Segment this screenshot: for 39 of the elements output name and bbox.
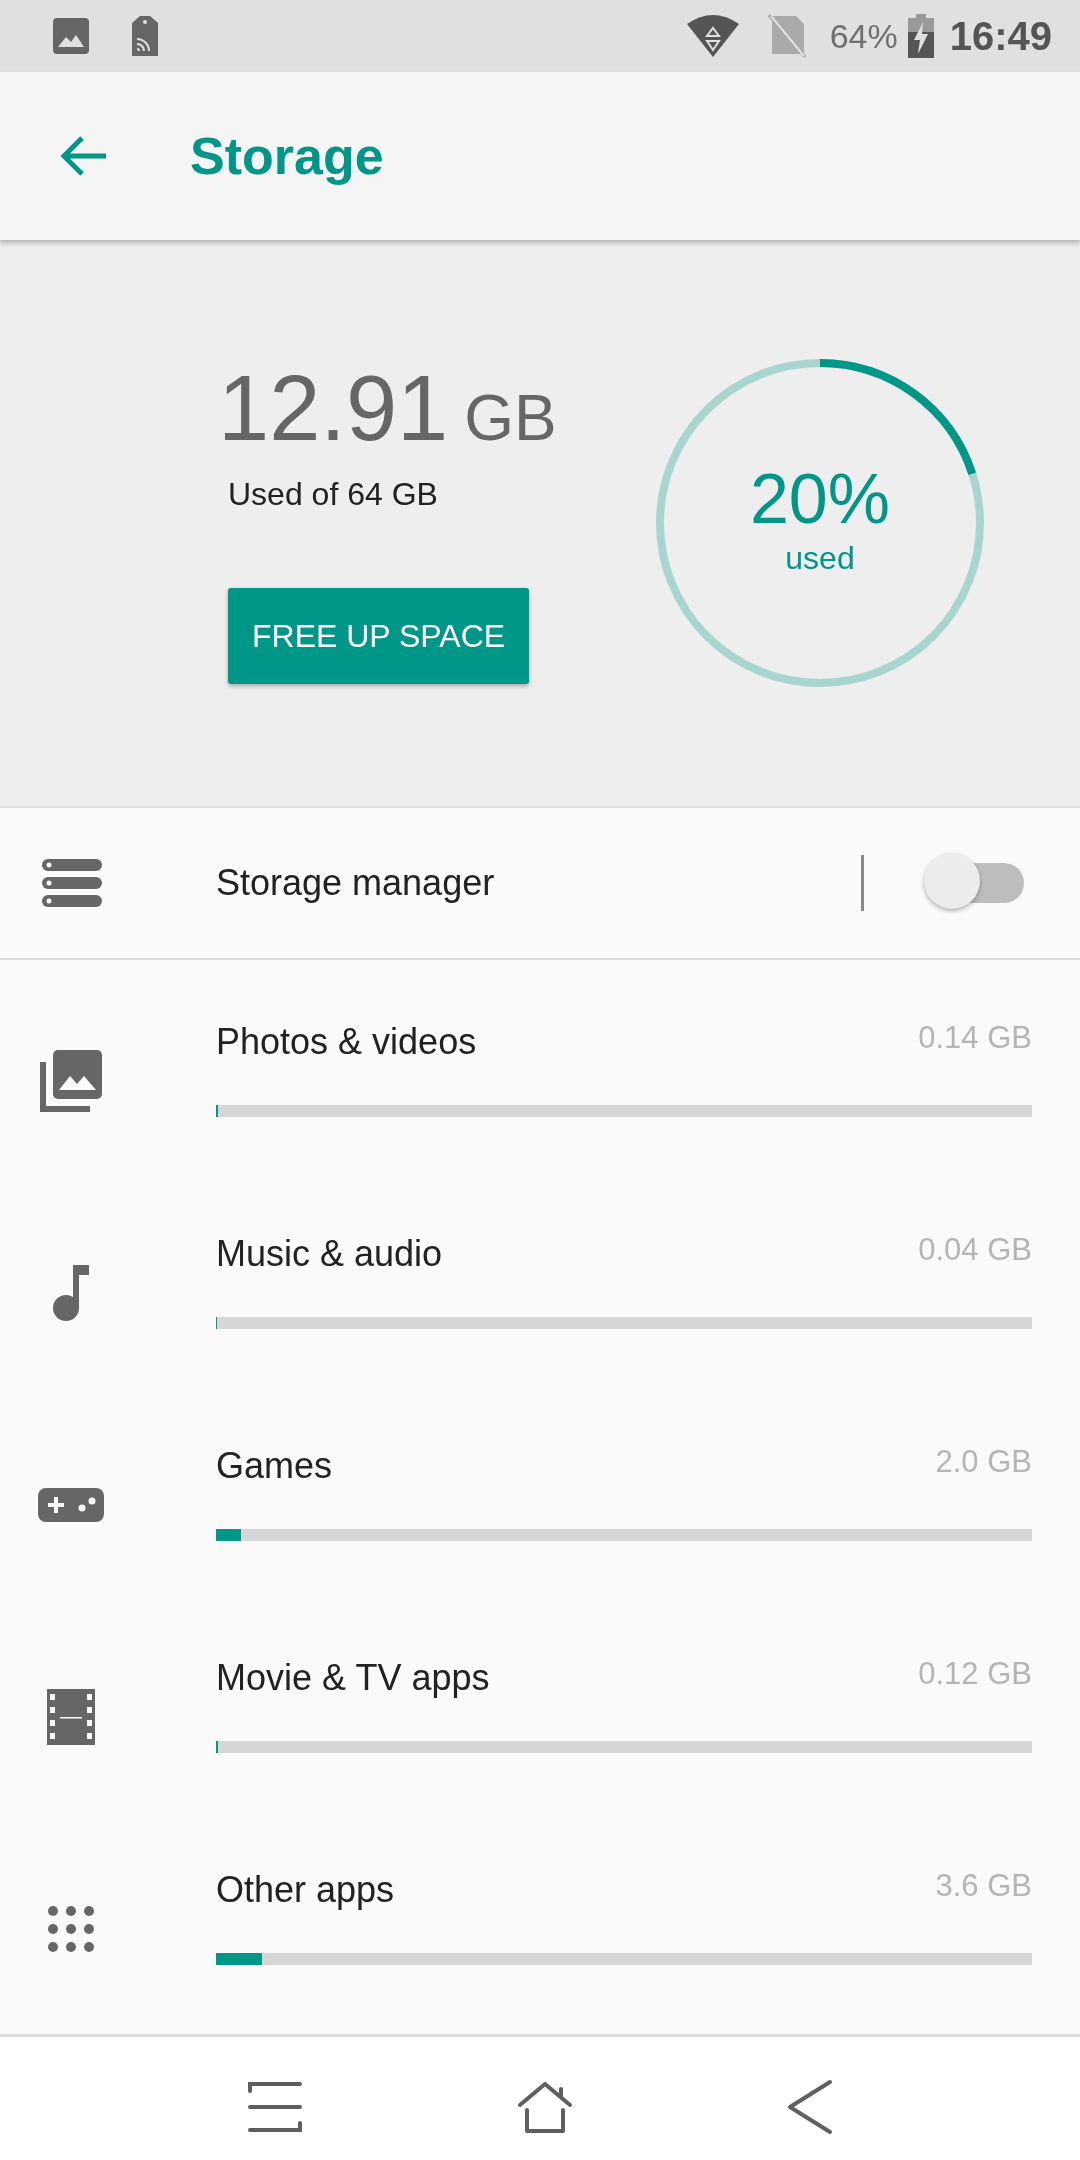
usage-percent: 20% xyxy=(749,464,891,534)
category-size: 0.12 GB xyxy=(918,1655,1032,1693)
category-size: 2.0 GB xyxy=(935,1443,1032,1481)
usage-label: used xyxy=(785,539,855,578)
clock: 16:49 xyxy=(949,13,1052,60)
category-row[interactable]: Music & audio 0.04 GB xyxy=(0,1172,1080,1384)
home-button[interactable] xyxy=(517,2079,573,2134)
used-of-total: Used of 64 GB xyxy=(228,475,438,514)
category-row[interactable]: Games 2.0 GB xyxy=(0,1384,1080,1596)
category-name: Games xyxy=(216,1444,333,1488)
category-name: Movie & TV apps xyxy=(216,1656,490,1700)
category-name: Photos & videos xyxy=(216,1020,477,1064)
category-size: 0.04 GB xyxy=(918,1231,1032,1269)
apps-grid-icon xyxy=(47,1905,95,1953)
category-row[interactable]: Other apps 3.6 GB xyxy=(0,1808,1080,2020)
category-size: 3.6 GB xyxy=(935,1867,1032,1905)
battery-charging-icon xyxy=(907,14,934,58)
film-strip-icon xyxy=(47,1689,95,1745)
category-row[interactable]: Photos & videos 0.14 GB xyxy=(0,960,1080,1172)
wifi-icon xyxy=(685,14,740,58)
used-amount: 12.91 xyxy=(218,362,449,454)
category-row[interactable]: Movie & TV apps 0.12 GB xyxy=(0,1596,1080,1808)
gamepad-icon xyxy=(38,1488,104,1522)
category-name: Music & audio xyxy=(216,1232,443,1276)
recent-apps-button[interactable] xyxy=(247,2080,303,2133)
category-size: 0.14 GB xyxy=(918,1019,1032,1057)
category-name: Other apps xyxy=(216,1868,395,1912)
free-up-space-button[interactable]: FREE UP SPACE xyxy=(228,588,530,684)
music-note-icon xyxy=(53,1265,89,1321)
tag-icon xyxy=(130,15,160,57)
used-unit: GB xyxy=(464,386,557,450)
photos-icon xyxy=(40,1050,102,1112)
storage-icon xyxy=(42,859,102,907)
back-nav-button[interactable] xyxy=(787,2078,833,2135)
screen-title: Storage xyxy=(190,126,384,187)
image-icon xyxy=(52,17,90,55)
storage-manager-label: Storage manager xyxy=(216,861,496,905)
no-sim-icon xyxy=(767,14,806,58)
battery-percent: 64% xyxy=(829,15,898,57)
